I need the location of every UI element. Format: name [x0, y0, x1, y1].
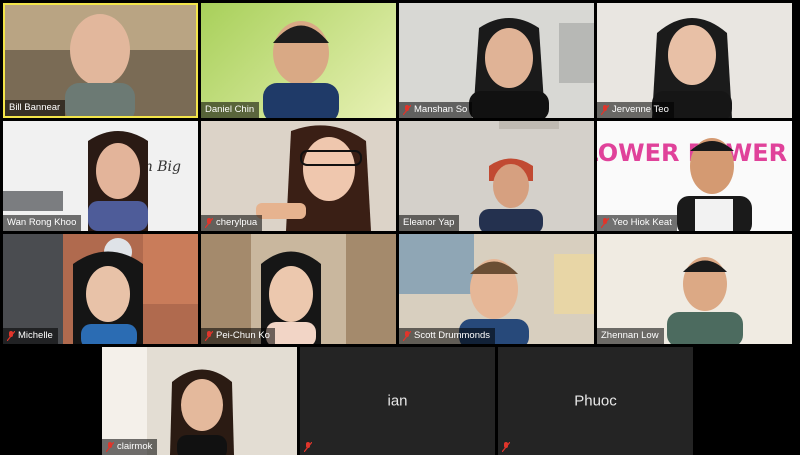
video-tile-michelle[interactable]: Michelle — [3, 234, 198, 344]
participant-name-tag: Yeo Hiok Keat — [597, 215, 677, 231]
muted-mic-icon — [304, 442, 312, 452]
video-tile-wan-rong-khoo[interactable]: Dream Big Wan Rong Khoo — [3, 121, 198, 231]
video-feed — [652, 18, 732, 118]
muted-mic-icon — [601, 218, 609, 228]
video-tile-yeo-hiok-keat[interactable]: FLOWER POWER Yeo Hiok Keat — [597, 121, 792, 231]
muted-mic-icon — [403, 331, 411, 341]
participant-name-tag: cherylpua — [201, 215, 263, 231]
muted-mic-icon — [502, 442, 510, 452]
video-feed — [469, 18, 594, 118]
video-tile-zhennan-low[interactable]: Zhennan Low — [597, 234, 792, 344]
muted-mic-icon — [205, 331, 213, 341]
video-tile-daniel-chin[interactable]: Daniel Chin — [201, 3, 396, 118]
participant-name-tag: Daniel Chin — [201, 102, 260, 118]
video-tile-manshan-so[interactable]: Manshan So — [399, 3, 594, 118]
video-tile-eleanor-yap[interactable]: Eleanor Yap — [399, 121, 594, 231]
participant-name-tag: Bill Bannear — [5, 100, 66, 116]
video-tile-ian[interactable]: ian — [300, 347, 495, 455]
video-tile-phuoc[interactable]: Phuoc — [498, 347, 693, 455]
video-tile-pei-chun-ko[interactable]: Pei-Chun Ko — [201, 234, 396, 344]
participant-name-tag: Manshan So — [399, 102, 473, 118]
participant-name-tag — [498, 439, 515, 455]
video-tile-bill-bannear[interactable]: Bill Bannear — [3, 3, 198, 118]
muted-mic-icon — [7, 331, 15, 341]
participant-name-tag: Zhennan Low — [597, 328, 664, 344]
participant-name-center: Phuoc — [574, 392, 617, 410]
participant-name-tag: Pei-Chun Ko — [201, 328, 275, 344]
muted-mic-icon — [205, 218, 213, 228]
participant-name-tag: Scott Drummonds — [399, 328, 496, 344]
participant-name-tag: Jervenne Teo — [597, 102, 674, 118]
video-tile-cherylpua[interactable]: cherylpua — [201, 121, 396, 231]
participant-name-tag — [300, 439, 317, 455]
video-tile-jervenne-teo[interactable]: Jervenne Teo — [597, 3, 792, 118]
participant-name-center: ian — [387, 392, 408, 410]
muted-mic-icon — [403, 105, 411, 115]
participant-name-tag: Michelle — [3, 328, 58, 344]
participant-name-tag: clairmok — [102, 439, 158, 455]
participant-name-tag: Wan Rong Khoo — [3, 215, 82, 231]
muted-mic-icon — [601, 105, 609, 115]
participant-name-tag: Eleanor Yap — [399, 215, 460, 231]
video-feed — [263, 21, 339, 118]
video-tile-scott-drummonds[interactable]: Scott Drummonds — [399, 234, 594, 344]
video-tile-clairmok[interactable]: clairmok — [102, 347, 297, 455]
muted-mic-icon — [106, 442, 114, 452]
